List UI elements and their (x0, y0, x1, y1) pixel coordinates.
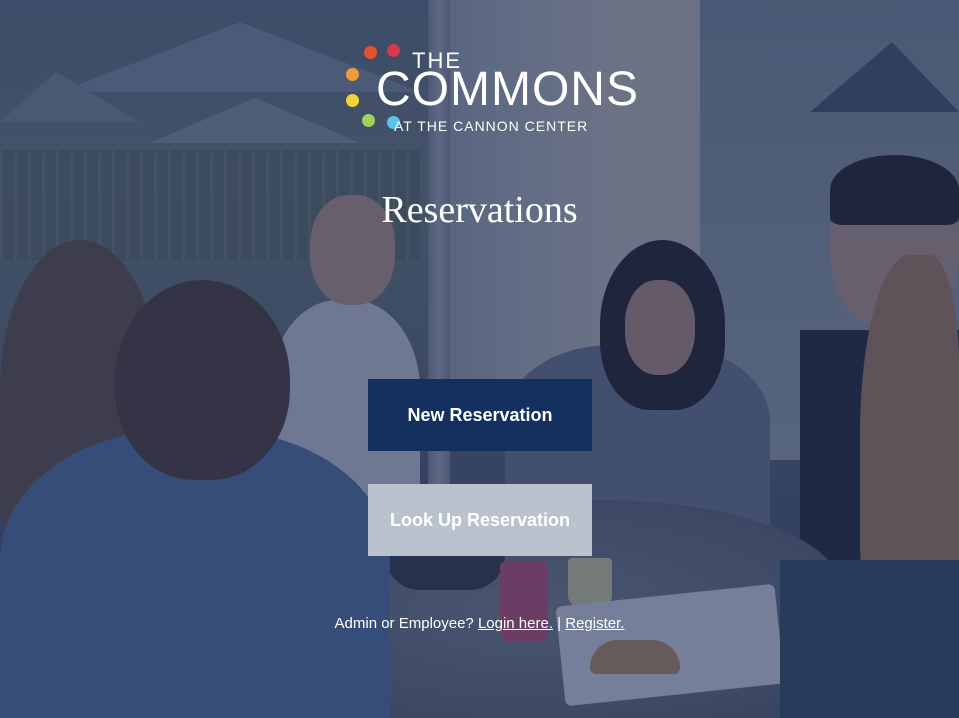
page-title: Reservations (381, 189, 578, 231)
staff-access-line: Admin or Employee? Login here. | Registe… (0, 615, 959, 632)
lookup-reservation-button[interactable]: Look Up Reservation (368, 484, 592, 556)
logo-dot (364, 46, 377, 59)
logo-name: COMMONS (376, 63, 639, 116)
staff-prompt: Admin or Employee? (334, 615, 474, 632)
main-content: THE COMMONS AT THE CANNON CENTER Reserva… (0, 0, 959, 718)
logo-dot (362, 114, 375, 127)
logo-subtitle: AT THE CANNON CENTER (394, 118, 589, 134)
brand-logo: THE COMMONS AT THE CANNON CENTER (342, 42, 638, 138)
logo-dot (346, 94, 359, 107)
footer-separator: | (557, 615, 562, 632)
new-reservation-button[interactable]: New Reservation (368, 379, 592, 451)
logo-dot (346, 68, 359, 81)
register-link[interactable]: Register. (565, 615, 624, 632)
login-link[interactable]: Login here. (478, 615, 553, 632)
logo-dot (387, 44, 400, 57)
